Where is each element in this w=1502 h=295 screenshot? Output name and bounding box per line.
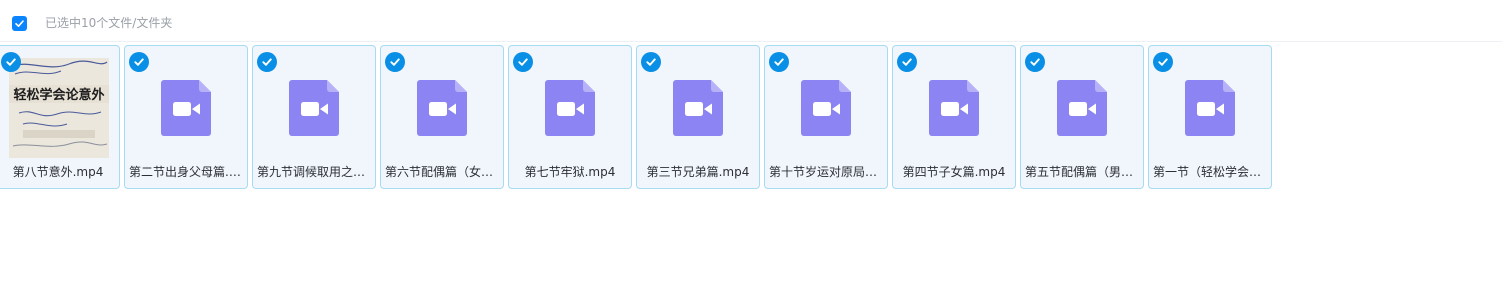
video-file-icon [801, 80, 851, 136]
file-name: 第九节调候取用之法.mp4 [257, 165, 371, 179]
selected-check-icon[interactable] [641, 52, 661, 72]
select-all-checkbox[interactable] [12, 16, 27, 31]
video-file-icon [417, 80, 467, 136]
selected-check-icon[interactable] [385, 52, 405, 72]
file-name: 第三节兄弟篇.mp4 [646, 165, 750, 179]
file-name: 第四节子女篇.mp4 [902, 165, 1006, 179]
video-thumbnail: 轻松学会论意外 [9, 58, 109, 158]
file-name: 第一节（轻松学会论意外）.mp4 [1153, 165, 1267, 179]
selection-toolbar: 已选中10个文件/文件夹 [0, 0, 1502, 42]
selected-check-icon[interactable] [129, 52, 149, 72]
file-name: 第二节出身父母篇.mp4 [129, 165, 243, 179]
video-file-icon [545, 80, 595, 136]
file-name: 第六节配偶篇（女命）.mp4 [385, 165, 499, 179]
selection-count-text: 已选中10个文件/文件夹 [45, 16, 173, 30]
file-name: 第五节配偶篇（男命）.mp4 [1025, 165, 1139, 179]
file-card[interactable]: 第七节牢狱.mp4 [508, 45, 632, 189]
checkmark-icon [15, 20, 24, 27]
file-grid: 轻松学会论意外 第八节意外.mp4 第二节出身父母篇.mp4 [0, 45, 1272, 189]
selected-check-icon[interactable] [1, 52, 21, 72]
file-card[interactable]: 第六节配偶篇（女命）.mp4 [380, 45, 504, 189]
file-card[interactable]: 轻松学会论意外 第八节意外.mp4 [0, 45, 120, 189]
video-file-icon [1185, 80, 1235, 136]
selected-check-icon[interactable] [513, 52, 533, 72]
video-file-icon [289, 80, 339, 136]
file-card[interactable]: 第三节兄弟篇.mp4 [636, 45, 760, 189]
file-card[interactable]: 第一节（轻松学会论意外）.mp4 [1148, 45, 1272, 189]
selected-check-icon[interactable] [1153, 52, 1173, 72]
selected-check-icon[interactable] [897, 52, 917, 72]
selected-check-icon[interactable] [1025, 52, 1045, 72]
file-name: 第十节岁运对原局的影响.mp4 [769, 165, 883, 179]
selected-check-icon[interactable] [257, 52, 277, 72]
video-file-icon [929, 80, 979, 136]
video-file-icon [1057, 80, 1107, 136]
file-card[interactable]: 第四节子女篇.mp4 [892, 45, 1016, 189]
thumbnail-title: 轻松学会论意外 [13, 87, 104, 103]
file-card[interactable]: 第五节配偶篇（男命）.mp4 [1020, 45, 1144, 189]
file-name: 第七节牢狱.mp4 [524, 165, 616, 179]
file-name: 第八节意外.mp4 [12, 165, 104, 179]
file-card[interactable]: 第十节岁运对原局的影响.mp4 [764, 45, 888, 189]
selected-check-icon[interactable] [769, 52, 789, 72]
file-card[interactable]: 第九节调候取用之法.mp4 [252, 45, 376, 189]
video-file-icon [673, 80, 723, 136]
video-file-icon [161, 80, 211, 136]
file-card[interactable]: 第二节出身父母篇.mp4 [124, 45, 248, 189]
